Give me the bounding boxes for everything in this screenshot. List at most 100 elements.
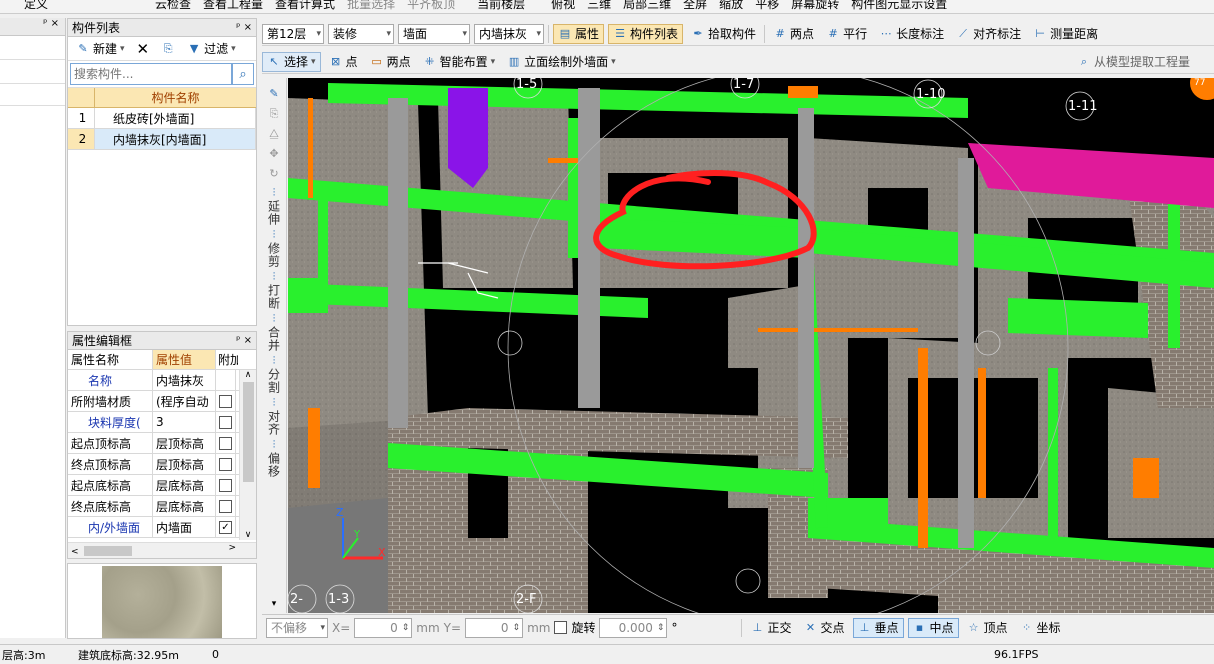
- property-value[interactable]: 内墙抹灰: [153, 370, 216, 390]
- zoom-button[interactable]: 缩放: [715, 0, 747, 13]
- properties-button[interactable]: ▤ 属性: [553, 23, 605, 44]
- side-tool-6[interactable]: ⫶ 偏移: [263, 438, 285, 478]
- property-row[interactable]: 起点顶标高 层顶标高: [68, 433, 256, 454]
- snap-2[interactable]: ⊥ 垂点: [852, 617, 904, 638]
- chevron-down-icon[interactable]: ▾: [272, 599, 277, 609]
- search-input[interactable]: [70, 63, 232, 85]
- property-value[interactable]: 层底标高: [153, 475, 216, 495]
- align-slab-top-button[interactable]: 平齐板顶: [403, 0, 459, 13]
- extra-checkbox[interactable]: [219, 436, 232, 450]
- view-quantity-button[interactable]: 查看工程量: [199, 0, 267, 13]
- h-scroll-thumb[interactable]: [84, 546, 132, 556]
- scroll-down-icon[interactable]: ∨: [240, 530, 256, 540]
- component-select[interactable]: 内墙抹灰 ▾: [474, 23, 544, 44]
- 3d-button[interactable]: 三维: [583, 0, 615, 13]
- partial-3d-button[interactable]: 局部三维: [619, 0, 675, 13]
- side-tool-5[interactable]: ⫶ 对齐: [263, 396, 285, 436]
- extra-checkbox[interactable]: [219, 457, 232, 471]
- property-row[interactable]: 起点底标高 层底标高: [68, 475, 256, 496]
- type-select[interactable]: 墙面 ▾: [398, 23, 470, 44]
- property-row[interactable]: 内/外墙面 内墙面 ✓: [68, 517, 256, 538]
- current-floor-button[interactable]: 当前楼层: [473, 0, 529, 13]
- length-mark-button[interactable]: ⋯ 长度标注: [875, 24, 948, 44]
- y-input[interactable]: 0 ⇕: [465, 617, 524, 638]
- property-row[interactable]: 所附墙材质 (程序自动: [68, 391, 256, 412]
- property-value[interactable]: 层底标高: [153, 496, 216, 516]
- search-icon[interactable]: ⌕: [232, 63, 254, 85]
- property-value[interactable]: 3: [153, 412, 216, 432]
- snap-4[interactable]: ☆ 顶点: [963, 618, 1012, 638]
- snap-3[interactable]: ▪ 中点: [907, 617, 959, 638]
- side-tool-4[interactable]: ⫶ 分割: [263, 354, 285, 394]
- extra-checkbox[interactable]: [219, 394, 232, 408]
- pan-button[interactable]: 平移: [751, 0, 783, 13]
- rotate-input[interactable]: 0.000 ⇕: [599, 617, 668, 638]
- pick-component-button[interactable]: ✒ 拾取构件: [687, 24, 760, 44]
- new-button[interactable]: ✎ 新建 ▾: [72, 39, 129, 59]
- brush-icon[interactable]: ✎: [267, 87, 281, 101]
- snap-1[interactable]: ✕ 交点: [799, 618, 848, 638]
- point-button[interactable]: ⊠ 点: [325, 52, 362, 72]
- extract-quantity-button[interactable]: ⌕ 从模型提取工程量: [1073, 52, 1194, 72]
- 3d-viewport[interactable]: Z X Y 1-5 1-7 1-10 1-11 2-F 1-3 2- 77: [288, 78, 1214, 613]
- move-icon[interactable]: ✥: [267, 147, 281, 161]
- pin-icon[interactable]: ᵖ ×: [0, 18, 65, 36]
- filter-button[interactable]: ▼ 过滤 ▾: [183, 39, 240, 59]
- property-row[interactable]: 名称 内墙抹灰: [68, 370, 256, 391]
- property-row[interactable]: 终点底标高 层底标高: [68, 496, 256, 517]
- property-scrollbar[interactable]: ∧ ∨: [239, 370, 256, 540]
- select-button[interactable]: ↖ 选择 ▾: [262, 51, 321, 72]
- offset-select[interactable]: 不偏移 ▾: [266, 617, 328, 638]
- property-row[interactable]: 终点顶标高 层顶标高: [68, 454, 256, 475]
- extra-checkbox[interactable]: [219, 478, 232, 492]
- list-item[interactable]: 1 纸皮砖[外墙面]: [68, 108, 256, 129]
- align-mark-button[interactable]: ⟋ 对齐标注: [952, 24, 1025, 44]
- fullscreen-button[interactable]: 全屏: [679, 0, 711, 13]
- copy-tool-icon[interactable]: ⎘: [267, 107, 281, 121]
- top-view-button[interactable]: 俯视: [547, 0, 579, 13]
- side-tool-1[interactable]: ⫶ 修剪: [263, 228, 285, 268]
- property-value[interactable]: 层顶标高: [153, 454, 216, 474]
- cloud-check-button[interactable]: 云检查: [151, 0, 195, 13]
- view-formula-button[interactable]: 查看计算式: [271, 0, 339, 13]
- close-icon[interactable]: ᵖ ×: [236, 335, 252, 346]
- rotate-icon[interactable]: ↻: [267, 167, 281, 181]
- display-settings-button[interactable]: 构件图元显示设置: [847, 0, 951, 13]
- floor-select[interactable]: 第12层 ▾: [262, 23, 324, 44]
- property-value[interactable]: (程序自动: [153, 391, 216, 411]
- snap-5[interactable]: ⁘ 坐标: [1016, 618, 1065, 638]
- copy-button[interactable]: ⎘: [157, 39, 179, 59]
- screen-rotate-button[interactable]: 屏幕旋转: [787, 0, 843, 13]
- side-tool-3[interactable]: ⫶ 合并: [263, 312, 285, 352]
- elevation-wall-button[interactable]: ▥ 立面绘制外墙面 ▾: [503, 52, 620, 72]
- snap-0[interactable]: ⊥ 正交: [746, 618, 795, 638]
- extra-checkbox[interactable]: [219, 499, 232, 513]
- category-select[interactable]: 装修 ▾: [328, 23, 394, 44]
- h-scrollbar[interactable]: < >: [68, 542, 256, 558]
- extra-checkbox[interactable]: ✓: [219, 520, 232, 534]
- delete-button[interactable]: ✕: [133, 39, 154, 59]
- axis-two-points-button[interactable]: # 两点: [769, 24, 818, 44]
- batch-select-button[interactable]: 批量选择: [343, 0, 399, 13]
- mirror-icon[interactable]: ⧋: [267, 127, 281, 141]
- scroll-left-icon[interactable]: <: [68, 547, 79, 557]
- measure-button[interactable]: ⊢ 测量距离: [1029, 24, 1102, 44]
- smart-place-button[interactable]: ⁜ 智能布置 ▾: [419, 52, 500, 72]
- list-item-selected[interactable]: 2 内墙抹灰[内墙面]: [68, 129, 256, 150]
- scroll-right-icon[interactable]: >: [228, 543, 236, 553]
- extra-checkbox[interactable]: [219, 415, 232, 429]
- scroll-up-icon[interactable]: ∧: [240, 370, 256, 380]
- close-icon[interactable]: ᵖ ×: [236, 22, 252, 33]
- side-tool-0[interactable]: ⫶ 延伸: [263, 186, 285, 226]
- rotate-checkbox[interactable]: [554, 621, 568, 634]
- property-value[interactable]: 层顶标高: [153, 433, 216, 453]
- property-value[interactable]: 内墙面: [153, 517, 216, 537]
- component-list-button[interactable]: ☰ 构件列表: [608, 23, 684, 44]
- x-input[interactable]: 0 ⇕: [354, 617, 413, 638]
- define-button[interactable]: 定义: [20, 0, 52, 13]
- side-tool-2[interactable]: ⫶ 打断: [263, 270, 285, 310]
- scroll-thumb[interactable]: [242, 382, 254, 482]
- property-row[interactable]: 块料厚度(3: [68, 412, 256, 433]
- two-points-button[interactable]: ▭ 两点: [366, 52, 415, 72]
- axis-parallel-button[interactable]: # 平行: [822, 24, 871, 44]
